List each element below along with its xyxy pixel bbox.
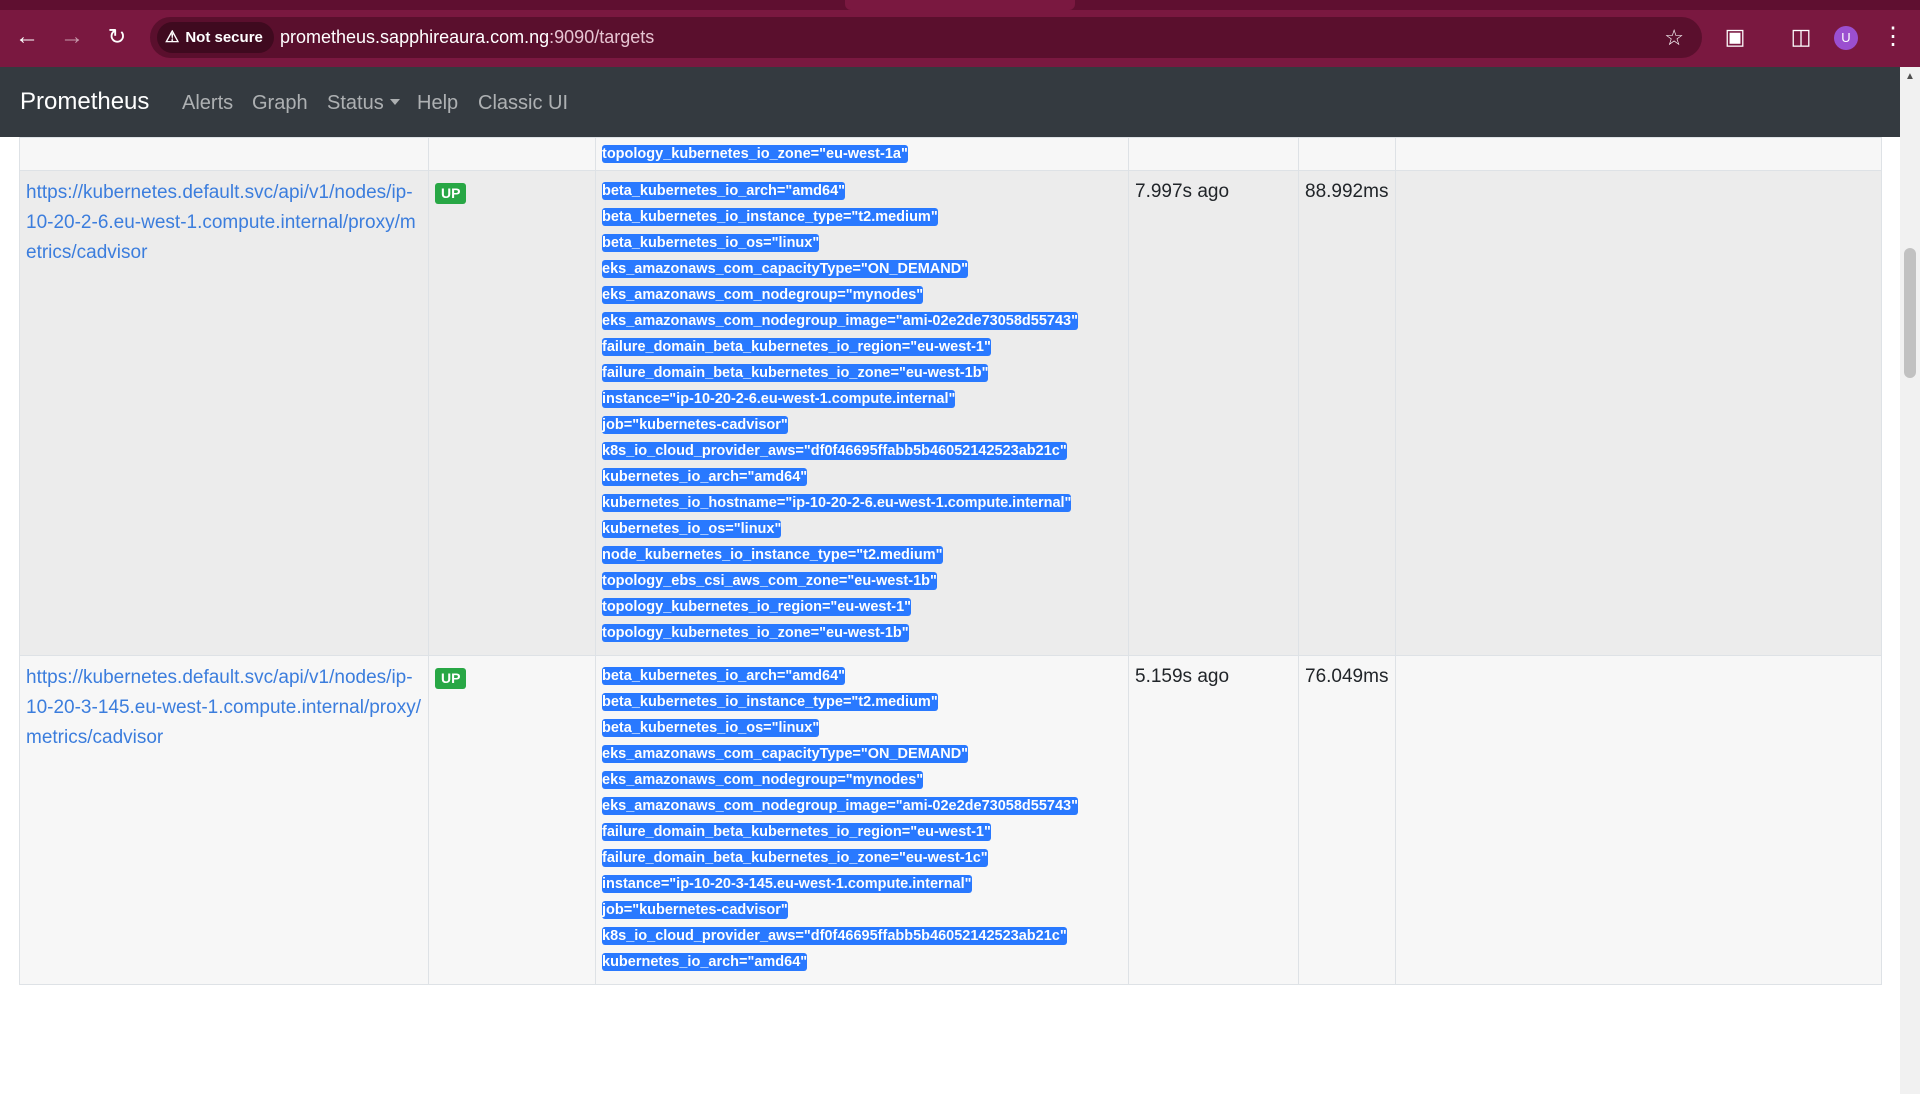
profile-avatar[interactable]: U: [1834, 26, 1858, 50]
label-badge: topology_ebs_csi_aws_com_zone="eu-west-1…: [602, 572, 937, 590]
label-badge: beta_kubernetes_io_arch="amd64": [602, 667, 846, 685]
back-arrow-icon[interactable]: ←: [10, 20, 44, 54]
nav-alerts[interactable]: Alerts: [182, 67, 233, 139]
brand-link[interactable]: Prometheus: [20, 67, 149, 137]
extensions-icon[interactable]: ▣: [1718, 20, 1752, 54]
label-badge: job="kubernetes-cadvisor": [602, 416, 788, 434]
warning-icon: ⚠: [165, 29, 180, 46]
targets-table: topology_kubernetes_io_zone="eu-west-1a"…: [19, 137, 1882, 985]
scrape-duration: 76.049ms: [1305, 666, 1389, 687]
label-badge: failure_domain_beta_kubernetes_io_zone="…: [602, 849, 988, 867]
label-badge: eks_amazonaws_com_nodegroup_image="ami-0…: [602, 312, 1078, 330]
side-panel-icon[interactable]: ◫: [1784, 20, 1818, 54]
active-tab[interactable]: [845, 0, 1075, 10]
scroll-up-arrow-icon[interactable]: ▲: [1900, 71, 1920, 82]
security-indicator[interactable]: ⚠ Not secure: [157, 22, 274, 53]
label-badge: beta_kubernetes_io_os="linux": [602, 234, 820, 252]
tab-strip: [0, 0, 1920, 10]
address-bar[interactable]: ⚠ Not secure prometheus.sapphireaura.com.…: [150, 17, 1702, 58]
label-badge: eks_amazonaws_com_capacityType="ON_DEMAN…: [602, 260, 969, 278]
label-badge: node_kubernetes_io_instance_type="t2.med…: [602, 546, 943, 564]
label-list: beta_kubernetes_io_arch="amd64" beta_kub…: [602, 182, 1122, 642]
table-row: https://kubernetes.default.svc/api/v1/no…: [19, 655, 1882, 985]
endpoint-link[interactable]: https://kubernetes.default.svc/api/v1/no…: [26, 178, 422, 268]
label-badge: k8s_io_cloud_provider_aws="df0f46695ffab…: [602, 442, 1067, 460]
error-cell: [1395, 655, 1882, 985]
label-badge: beta_kubernetes_io_instance_type="t2.med…: [602, 208, 938, 226]
label-badge: k8s_io_cloud_provider_aws="df0f46695ffab…: [602, 927, 1067, 945]
label-list: topology_kubernetes_io_zone="eu-west-1a": [602, 145, 1122, 163]
status-badge: UP: [435, 668, 467, 689]
label-badge: instance="ip-10-20-2-6.eu-west-1.compute…: [602, 390, 956, 408]
error-cell: [1395, 170, 1882, 656]
scroll-thumb[interactable]: [1904, 248, 1916, 378]
label-badge: job="kubernetes-cadvisor": [602, 901, 788, 919]
reload-icon[interactable]: ↻: [100, 20, 134, 54]
nav-graph[interactable]: Graph: [252, 67, 308, 139]
label-list: beta_kubernetes_io_arch="amd64" beta_kub…: [602, 667, 1122, 971]
nav-status-dropdown[interactable]: Status: [327, 67, 400, 139]
url-text[interactable]: prometheus.sapphireaura.com.ng:9090/targ…: [280, 17, 654, 58]
last-scrape: 5.159s ago: [1135, 666, 1230, 687]
table-row: topology_kubernetes_io_zone="eu-west-1a": [19, 137, 1882, 171]
label-badge: topology_kubernetes_io_region="eu-west-1…: [602, 598, 912, 616]
nav-classic-ui[interactable]: Classic UI: [478, 67, 568, 139]
label-badge: kubernetes_io_hostname="ip-10-20-2-6.eu-…: [602, 494, 1072, 512]
label-badge: instance="ip-10-20-3-145.eu-west-1.compu…: [602, 875, 972, 893]
label-badge: topology_kubernetes_io_zone="eu-west-1b": [602, 624, 909, 642]
label-badge: failure_domain_beta_kubernetes_io_region…: [602, 338, 991, 356]
scrape-duration: 88.992ms: [1305, 181, 1389, 202]
browser-chrome: ← → ↻ ⚠ Not secure prometheus.sapphireaur…: [0, 0, 1920, 67]
label-badge: topology_kubernetes_io_zone="eu-west-1a": [602, 145, 908, 163]
label-badge: beta_kubernetes_io_os="linux": [602, 719, 820, 737]
label-badge: eks_amazonaws_com_nodegroup="mynodes": [602, 286, 924, 304]
endpoint-link[interactable]: https://kubernetes.default.svc/api/v1/no…: [26, 663, 422, 753]
table-row: https://kubernetes.default.svc/api/v1/no…: [19, 170, 1882, 656]
forward-arrow-icon[interactable]: →: [55, 20, 89, 54]
label-badge: eks_amazonaws_com_nodegroup="mynodes": [602, 771, 924, 789]
nav-help[interactable]: Help: [417, 67, 458, 139]
prometheus-navbar: Prometheus Alerts Graph Status Help Clas…: [0, 67, 1900, 137]
label-badge: kubernetes_io_arch="amd64": [602, 953, 808, 971]
label-badge: failure_domain_beta_kubernetes_io_region…: [602, 823, 991, 841]
label-badge: eks_amazonaws_com_nodegroup_image="ami-0…: [602, 797, 1078, 815]
page-scrollbar[interactable]: ▲: [1900, 67, 1920, 1094]
last-scrape: 7.997s ago: [1135, 181, 1230, 202]
label-badge: failure_domain_beta_kubernetes_io_zone="…: [602, 364, 989, 382]
targets-content: topology_kubernetes_io_zone="eu-west-1a"…: [0, 137, 1900, 1094]
label-badge: beta_kubernetes_io_arch="amd64": [602, 182, 846, 200]
caret-down-icon: [389, 99, 400, 105]
label-badge: kubernetes_io_arch="amd64": [602, 468, 808, 486]
label-badge: kubernetes_io_os="linux": [602, 520, 782, 538]
bookmark-star-icon[interactable]: ☆: [1664, 22, 1684, 53]
menu-dots-icon[interactable]: ⋮: [1876, 20, 1910, 54]
status-badge: UP: [435, 183, 467, 204]
label-badge: eks_amazonaws_com_capacityType="ON_DEMAN…: [602, 745, 969, 763]
label-badge: beta_kubernetes_io_instance_type="t2.med…: [602, 693, 938, 711]
